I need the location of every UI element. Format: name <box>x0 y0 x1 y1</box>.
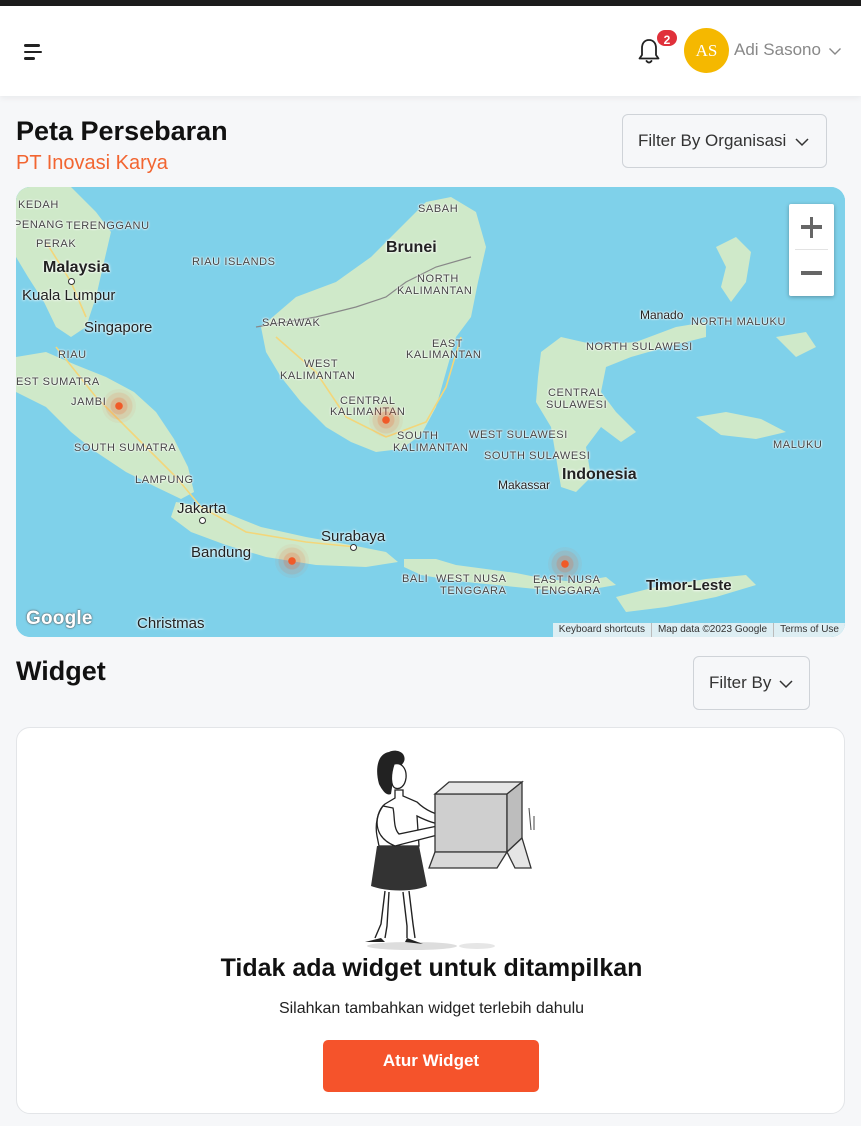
map-label: SOUTH <box>397 430 439 442</box>
map-zoom-controls <box>789 204 834 296</box>
map-label: SABAH <box>418 203 459 215</box>
filter-widget-label: Filter By <box>709 673 772 692</box>
organization-name: PT Inovasi Karya <box>16 152 168 174</box>
widget-section-title: Widget <box>16 656 106 686</box>
terms-link[interactable]: Terms of Use <box>773 623 845 637</box>
map-label: PENANG <box>16 219 65 231</box>
chevron-down-icon <box>795 138 809 147</box>
map-marker[interactable] <box>102 389 136 423</box>
map-label: Brunei <box>386 239 437 256</box>
map-marker[interactable] <box>369 403 403 437</box>
map-label: Surabaya <box>321 528 386 545</box>
woman-carrying-box-illustration <box>365 750 535 950</box>
app-header: 2 AS Adi Sasono <box>0 6 861 96</box>
map-marker[interactable] <box>548 547 582 581</box>
map-label: Bandung <box>191 544 252 561</box>
map-label: NORTH MALUKU <box>691 316 787 328</box>
map-city-dot <box>68 278 75 285</box>
map-label: Manado <box>640 308 684 322</box>
chevron-down-icon <box>779 680 793 689</box>
map-label: BALI <box>402 573 429 585</box>
avatar[interactable]: AS <box>684 28 729 73</box>
map-label: RIAU ISLANDS <box>192 256 276 268</box>
map-attribution: Keyboard shortcuts Map data ©2023 Google… <box>552 623 845 637</box>
map-label: TENGGARA <box>534 585 601 597</box>
map-label: NORTH <box>417 273 459 285</box>
map-label: KALIMANTAN <box>397 285 473 297</box>
map-label: Christmas <box>137 615 205 632</box>
map-label: Malaysia <box>43 259 110 276</box>
map-marker[interactable] <box>275 544 309 578</box>
map-label: Kuala Lumpur <box>22 287 116 304</box>
map-label: SARAWAK <box>262 317 321 329</box>
user-name[interactable]: Adi Sasono <box>734 40 821 60</box>
notification-badge: 2 <box>655 28 679 48</box>
chevron-down-icon[interactable] <box>828 44 842 58</box>
atur-widget-button[interactable]: Atur Widget <box>323 1040 539 1092</box>
map-view[interactable]: KEDAH PENANG TERENGGANU PERAK Malaysia K… <box>16 187 845 637</box>
map-label: Indonesia <box>562 466 637 483</box>
empty-state-subtitle: Silahkan tambahkan widget terlebih dahul… <box>278 1000 585 1017</box>
menu-icon[interactable] <box>24 42 46 62</box>
page-title: Peta Persebaran <box>16 116 228 146</box>
map-label: RIAU <box>58 349 87 361</box>
map-label: NORTH SULAWESI <box>586 341 693 353</box>
keyboard-shortcuts-link[interactable]: Keyboard shortcuts <box>553 623 651 637</box>
map-label: KEDAH <box>18 199 59 211</box>
map-label: Timor-Leste <box>646 577 732 594</box>
map-label: CENTRAL <box>548 387 604 399</box>
zoom-out-button[interactable] <box>789 250 834 296</box>
map-data-text: Map data ©2023 Google <box>650 623 773 637</box>
filter-organization-label: Filter By Organisasi <box>638 131 787 150</box>
map-label: SOUTH SULAWESI <box>484 450 591 462</box>
filter-widget-button[interactable]: Filter By <box>693 656 810 710</box>
widget-empty-card: Tidak ada widget untuk ditampilkan Silah… <box>16 727 845 1114</box>
google-logo[interactable]: Google <box>26 608 93 630</box>
map-label: WEST <box>304 358 339 370</box>
map-label: LAMPUNG <box>135 474 194 486</box>
map-label: SULAWESI <box>546 399 608 411</box>
map-label: PERAK <box>36 238 77 250</box>
map-label: TENGGARA <box>440 585 507 597</box>
map-label: EST SUMATRA <box>16 376 100 388</box>
map-label: Singapore <box>84 319 153 336</box>
map-label: Jakarta <box>177 500 227 517</box>
empty-state-title: Tidak ada widget untuk ditampilkan <box>220 954 643 982</box>
map-city-dot <box>350 544 357 551</box>
map-label: Makassar <box>498 478 551 492</box>
map-city-dot <box>199 517 206 524</box>
filter-organization-button[interactable]: Filter By Organisasi <box>622 114 827 168</box>
zoom-in-button[interactable] <box>789 204 834 250</box>
map-label: WEST NUSA <box>436 573 507 585</box>
map-label: SOUTH SUMATRA <box>74 442 177 454</box>
map-label: TERENGGANU <box>66 220 150 232</box>
map-label: MALUKU <box>773 439 823 451</box>
map-label: WEST SULAWESI <box>469 429 568 441</box>
map-label: KALIMANTAN <box>280 370 356 382</box>
map-label: KALIMANTAN <box>393 442 469 454</box>
map-label: KALIMANTAN <box>406 349 482 361</box>
